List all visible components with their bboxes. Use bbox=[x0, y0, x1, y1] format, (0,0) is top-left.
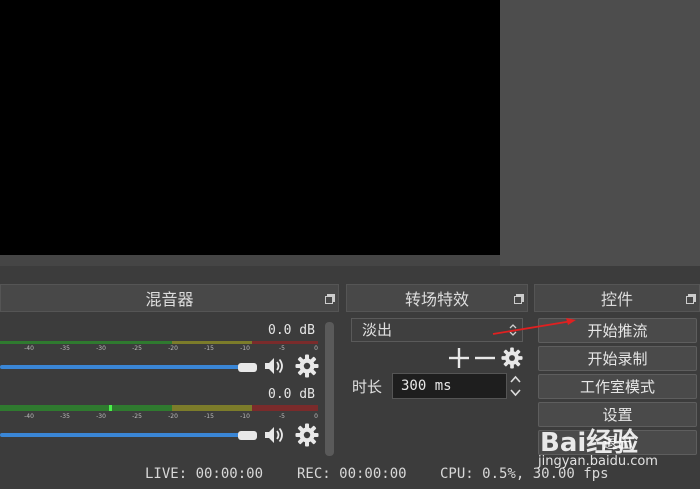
studio-mode-button[interactable]: 工作室模式 bbox=[538, 374, 697, 399]
mixer-title: 混音器 bbox=[145, 290, 194, 309]
tick-label: -15 bbox=[204, 413, 214, 420]
volume-slider-handle[interactable] bbox=[238, 363, 257, 372]
gear-icon[interactable] bbox=[295, 423, 319, 447]
undock-icon[interactable] bbox=[325, 294, 335, 304]
tick-label: 0 bbox=[314, 413, 318, 420]
tick-label: -40 bbox=[24, 345, 34, 352]
volume-meter bbox=[0, 405, 318, 411]
add-transition-icon[interactable] bbox=[449, 348, 469, 368]
speaker-icon[interactable] bbox=[263, 425, 285, 445]
baidu-watermark: Bai经验 jingyan.baidu.com bbox=[538, 408, 690, 478]
volume-slider-track[interactable] bbox=[0, 433, 240, 437]
tick-label: -5 bbox=[279, 345, 285, 352]
duration-label: 时长 bbox=[352, 378, 383, 396]
watermark-url: jingyan.baidu.com bbox=[538, 454, 658, 469]
live-status: LIVE: 00:00:00 bbox=[145, 466, 264, 482]
transitions-title: 转场特效 bbox=[404, 290, 469, 309]
meter-scale: -40 -35 -30 -25 -20 -15 -10 -5 0 bbox=[0, 413, 320, 423]
volume-slider-track[interactable] bbox=[0, 365, 240, 369]
annotation-arrow-icon bbox=[492, 318, 576, 335]
tick-label: -10 bbox=[240, 345, 250, 352]
duration-input[interactable]: 300 ms bbox=[392, 373, 507, 399]
duration-spin-arrows-icon[interactable] bbox=[508, 373, 523, 399]
transitions-dock-title: 转场特效 bbox=[346, 284, 528, 312]
meter-scale: -40 -35 -30 -25 -20 -15 -10 -5 0 bbox=[0, 345, 320, 355]
tick-label: -15 bbox=[204, 345, 214, 352]
tick-label: -40 bbox=[24, 413, 34, 420]
tick-label: -30 bbox=[96, 413, 106, 420]
controls-dock-title: 控件 bbox=[534, 284, 700, 312]
tick-label: -35 bbox=[60, 345, 70, 352]
undock-icon[interactable] bbox=[686, 294, 696, 304]
preview-scroll-area bbox=[0, 255, 500, 266]
tick-label: -35 bbox=[60, 413, 70, 420]
tick-label: -30 bbox=[96, 345, 106, 352]
tick-label: -25 bbox=[132, 345, 142, 352]
controls-title: 控件 bbox=[600, 290, 633, 309]
volume-slider-handle[interactable] bbox=[238, 431, 257, 440]
speaker-icon[interactable] bbox=[263, 356, 285, 376]
transition-settings-icon[interactable] bbox=[501, 347, 523, 369]
gear-icon[interactable] bbox=[295, 354, 319, 378]
peak-indicator bbox=[109, 405, 112, 411]
start-recording-button[interactable]: 开始录制 bbox=[538, 346, 697, 371]
undock-icon[interactable] bbox=[514, 294, 524, 304]
tick-label: -10 bbox=[240, 413, 250, 420]
mixer-scrollbar[interactable] bbox=[325, 322, 334, 456]
rec-status: REC: 00:00:00 bbox=[297, 466, 407, 482]
tick-label: -20 bbox=[168, 345, 178, 352]
tick-label: -5 bbox=[279, 413, 285, 420]
tick-label: -25 bbox=[132, 413, 142, 420]
tick-label: 0 bbox=[314, 345, 318, 352]
preview-canvas[interactable] bbox=[0, 0, 500, 255]
volume-meter bbox=[0, 341, 318, 344]
remove-transition-icon[interactable] bbox=[475, 348, 495, 368]
tick-label: -20 bbox=[168, 413, 178, 420]
mixer-dock-title: 混音器 bbox=[0, 284, 339, 312]
transition-selected-value: 淡出 bbox=[362, 321, 393, 339]
preview-area bbox=[0, 0, 700, 266]
